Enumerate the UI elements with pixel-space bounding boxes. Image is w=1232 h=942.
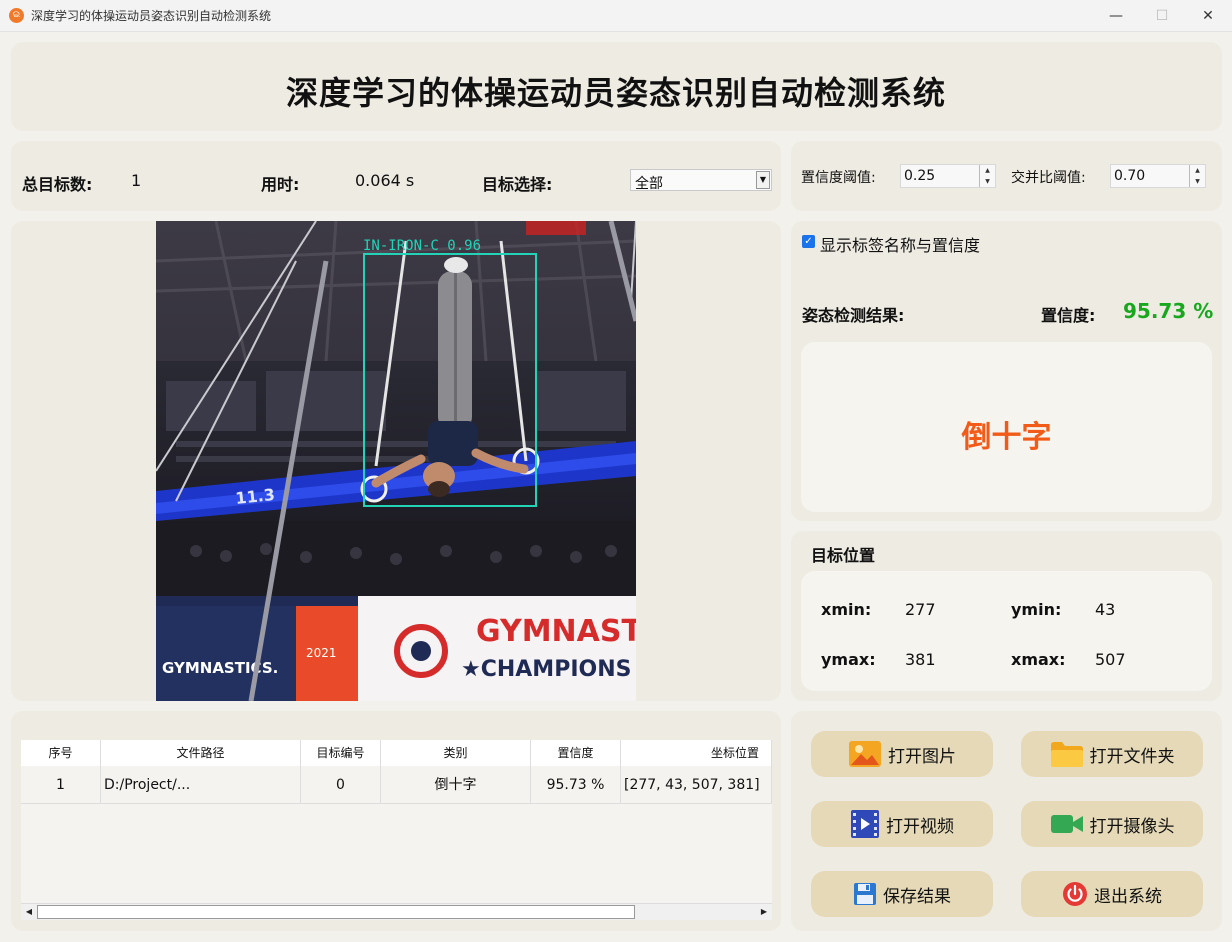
column-header-path[interactable]: 文件路径 [101,740,301,766]
folder-icon [1050,742,1083,767]
banner-left-text: GYMNASTICS. [162,659,278,677]
table-horizontal-scrollbar[interactable]: ◀ ▶ [21,903,772,920]
save-result-button[interactable]: 保存结果 [811,871,993,917]
window-title: 深度学习的体操运动员姿态识别自动检测系统 [31,9,272,23]
table-cell-index[interactable]: 1 [21,766,101,804]
banner-gymnast-text: GYMNAST [476,614,636,649]
xmin-label: xmin: [821,600,872,619]
show-labels-checkbox[interactable]: ✓ [802,235,815,248]
open-camera-label: 打开摄像头 [1089,816,1175,837]
banner-year-text: 2021 [306,646,337,660]
open-video-button[interactable]: 打开视频 [811,801,993,847]
exit-system-label: 退出系统 [1094,886,1162,907]
spin-down-icon[interactable]: ▼ [980,176,995,187]
page-title: 深度学习的体操运动员姿态识别自动检测系统 [285,74,946,112]
pose-result-label: 姿态检测结果: [802,306,905,325]
iou-threshold-label: 交并比阈值: [1011,170,1086,186]
spin-up-icon[interactable]: ▲ [1190,165,1205,176]
spin-up-icon[interactable]: ▲ [980,165,995,176]
table-cell-target-id[interactable]: 0 [301,766,381,804]
image-icon [849,741,881,767]
table-cell-class[interactable]: 倒十字 [381,766,531,804]
time-value: 0.064 s [355,171,415,190]
exit-system-button[interactable]: 退出系统 [1021,871,1203,917]
xmax-label: xmax: [1011,650,1066,669]
target-select-value: 全部 [635,176,663,192]
power-icon [1063,882,1087,906]
save-icon [854,883,876,905]
show-labels-text[interactable]: 显示标签名称与置信度 [820,232,980,256]
column-header-target-id[interactable]: 目标编号 [301,740,381,766]
target-select-dropdown[interactable]: 全部 ▼ [630,169,772,192]
class-result-text: 倒十字 [961,420,1052,455]
column-header-class[interactable]: 类别 [381,740,531,766]
open-camera-button[interactable]: 打开摄像头 [1021,801,1203,847]
detection-bounding-box [363,253,537,507]
xmax-value: 507 [1095,650,1126,669]
iou-spin-buttons[interactable]: ▲ ▼ [1189,165,1205,187]
spin-down-icon[interactable]: ▼ [1190,176,1205,187]
close-button[interactable]: ✕ [1192,4,1224,28]
confidence-value: 95.73 % [1123,299,1214,323]
detection-image: 11.3 GYMNASTICS. 2021 GYMNAST ★CHAMPIONS [156,221,636,701]
scroll-right-icon[interactable]: ▶ [756,904,772,920]
camera-icon [1050,815,1083,833]
column-header-coordinates[interactable]: 坐标位置 [621,740,772,766]
open-folder-button[interactable]: 打开文件夹 [1021,731,1203,777]
open-folder-label: 打开文件夹 [1089,746,1175,767]
open-video-label: 打开视频 [886,816,954,837]
conf-threshold-label: 置信度阈值: [801,170,876,186]
table-cell-path[interactable]: D:/Project/... [101,766,301,804]
minimize-button[interactable]: — [1100,4,1132,28]
position-card [801,571,1212,691]
detection-box-label: IN-IRON-C 0.96 [363,238,482,254]
app-icon: ଇ [9,8,24,23]
scroll-left-icon[interactable]: ◀ [21,904,37,920]
banner-champions-text: ★CHAMPIONS [461,657,631,682]
total-targets-label: 总目标数: [22,175,93,194]
scrollbar-thumb[interactable] [37,905,635,919]
maximize-button[interactable]: ☐ [1146,4,1178,28]
xmin-value: 277 [905,600,936,619]
save-result-label: 保存结果 [883,886,951,907]
position-title: 目标位置 [811,546,876,565]
iou-threshold-spinbox[interactable]: 0.70 ▲ ▼ [1110,164,1206,188]
results-table[interactable]: 序号 文件路径 目标编号 类别 置信度 坐标位置 1 D:/Project/..… [21,740,772,920]
open-image-button[interactable]: 打开图片 [811,731,993,777]
total-targets-value: 1 [131,171,142,190]
confidence-label: 置信度: [1041,306,1096,325]
column-header-index[interactable]: 序号 [21,740,101,766]
conf-spin-buttons[interactable]: ▲ ▼ [979,165,995,187]
time-label: 用时: [261,175,300,194]
open-image-label: 打开图片 [888,746,956,767]
target-select-label: 目标选择: [482,175,553,194]
iou-threshold-value: 0.70 [1114,168,1146,184]
table-cell-confidence[interactable]: 95.73 % [531,766,621,804]
ymax-label: ymax: [821,650,876,669]
video-icon [851,810,879,838]
ymax-value: 381 [905,650,936,669]
table-cell-coordinates[interactable]: [277, 43, 507, 381] [621,766,772,804]
ymin-value: 43 [1095,600,1116,619]
conf-threshold-value: 0.25 [904,168,936,184]
conf-threshold-spinbox[interactable]: 0.25 ▲ ▼ [900,164,996,188]
ymin-label: ymin: [1011,600,1062,619]
chevron-down-icon[interactable]: ▼ [756,171,770,189]
column-header-confidence[interactable]: 置信度 [531,740,621,766]
